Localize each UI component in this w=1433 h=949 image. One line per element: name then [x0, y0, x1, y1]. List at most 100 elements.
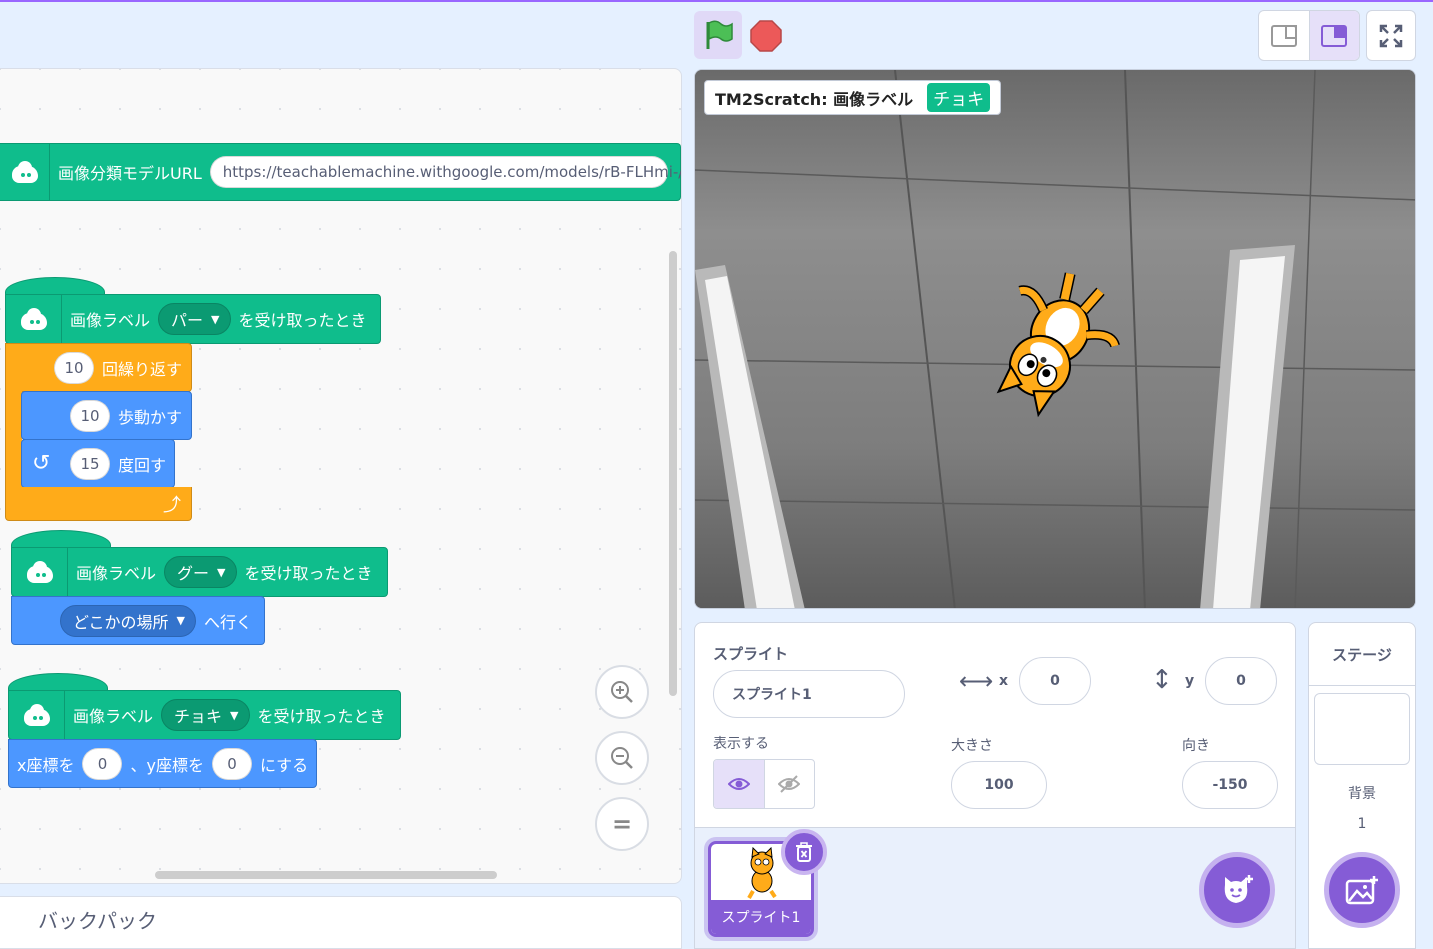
model-url-block[interactable]: 画像分類モデルURL https://teachablemachine.with… [0, 143, 681, 201]
choose-sprite-icon [1224, 875, 1253, 903]
zoom-reset-icon: = [611, 810, 633, 838]
sprite-thumbnail-label: スプライト1 [711, 900, 811, 934]
small-stage-icon [1270, 24, 1297, 47]
stop-button[interactable] [750, 20, 782, 52]
y-label: y [1185, 673, 1195, 689]
backpack[interactable]: バックパック [0, 896, 682, 949]
stage-size-toggle[interactable] [1258, 10, 1360, 61]
small-stage-button[interactable] [1259, 11, 1309, 60]
move-steps-input[interactable]: 10 [70, 399, 110, 432]
extension-icon [0, 144, 50, 200]
zoom-reset-button[interactable]: = [595, 797, 649, 851]
sprite-name-input[interactable]: スプライト1 [713, 670, 905, 718]
label-dropdown-gu[interactable]: グー ▼ [164, 556, 237, 588]
direction-label: 向き [1182, 738, 1210, 754]
x-arrows-icon: ⟷ [959, 667, 994, 695]
choose-backdrop-icon [1345, 876, 1378, 905]
set-x-input[interactable]: 0 [82, 747, 123, 780]
choose-sprite-button[interactable] [1199, 852, 1275, 928]
x-position-input[interactable]: 0 [1019, 657, 1091, 705]
cat-sprite[interactable] [970, 255, 1140, 425]
chevron-down-icon: ▼ [176, 614, 185, 627]
label-dropdown-pa[interactable]: パー ▼ [158, 303, 231, 335]
set-x-label: x座標を [17, 755, 75, 775]
large-stage-button[interactable] [1308, 11, 1359, 60]
size-value: 100 [984, 777, 1014, 793]
choose-backdrop-button[interactable] [1324, 852, 1400, 928]
variable-monitor[interactable]: TM2Scratch: 画像ラベル チョキ [704, 80, 1002, 115]
direction-input[interactable]: -150 [1182, 761, 1278, 809]
set-y-label: 、y座標を [130, 755, 204, 775]
green-flag-button[interactable] [694, 11, 742, 59]
chevron-down-icon: ▼ [230, 708, 239, 722]
extension-icon [6, 295, 62, 343]
hat-block-pa[interactable]: 画像ラベル パー ▼ を受け取ったとき [5, 294, 381, 344]
set-xy-suffix: にする [259, 755, 309, 775]
dropdown-value: グー [177, 564, 210, 583]
cloud-icon [25, 560, 55, 584]
sprite-info-panel: スプライト スプライト1 ⟷ x 0 ↕ y 0 表示する 大きさ 100 向き… [694, 622, 1296, 828]
turn-label: 度回す [118, 455, 167, 475]
stage-canvas[interactable]: TM2Scratch: 画像ラベル チョキ [694, 69, 1416, 609]
repeat-block[interactable]: 10 回繰り返す [5, 343, 192, 392]
move-steps-block[interactable]: 10 歩動かす [21, 391, 192, 440]
y-position-input[interactable]: 0 [1205, 657, 1277, 705]
zoom-in-icon [611, 681, 633, 703]
monitor-label: TM2Scratch: 画像ラベル [715, 89, 914, 109]
repeat-count-input[interactable]: 10 [54, 351, 94, 384]
zoom-out-button[interactable] [595, 731, 649, 785]
hat-suffix: を受け取ったとき [238, 311, 367, 330]
move-label: 歩動かす [118, 407, 183, 427]
vertical-scrollbar[interactable] [669, 251, 677, 696]
show-label: 表示する [713, 736, 769, 752]
hide-button[interactable] [765, 760, 815, 808]
label-dropdown-choki[interactable]: チョキ ▼ [161, 699, 250, 731]
cloud-icon [10, 160, 40, 184]
extension-icon [9, 691, 65, 739]
extension-icon [12, 548, 68, 596]
dropdown-value: チョキ [174, 707, 223, 726]
fullscreen-button[interactable] [1366, 10, 1416, 61]
zoom-in-button[interactable] [595, 665, 649, 719]
hat-block-gu[interactable]: 画像ラベル グー ▼ を受け取ったとき [11, 547, 388, 597]
size-input[interactable]: 100 [951, 761, 1047, 809]
set-y-input[interactable]: 0 [211, 747, 252, 780]
sprite-name-value: スプライト1 [732, 687, 812, 703]
delete-sprite-button[interactable] [781, 829, 827, 875]
repeat-block-bottom: ⤴ [5, 487, 192, 521]
green-flag-icon [706, 20, 733, 49]
stage-title: ステージ [1309, 623, 1415, 686]
backpack-label: バックパック [38, 909, 157, 933]
hat-suffix: を受け取ったとき [244, 564, 373, 583]
visibility-toggle[interactable] [713, 759, 815, 809]
sprite-label: スプライト [713, 645, 789, 663]
cloud-icon [22, 703, 52, 727]
fullscreen-icon [1379, 24, 1403, 47]
dropdown-value: どこかの場所 [73, 612, 169, 632]
chevron-down-icon: ▼ [211, 312, 220, 326]
set-xy-block[interactable]: x座標を 0 、y座標を 0 にする [8, 739, 317, 788]
turn-block[interactable]: ↺ 15 度回す [21, 439, 175, 488]
size-label: 大きさ [951, 738, 993, 754]
direction-value: -150 [1212, 777, 1248, 793]
top-accent-line [0, 0, 1433, 2]
code-workspace[interactable]: 画像分類モデルURL https://teachablemachine.with… [0, 68, 682, 884]
rotate-left-icon: ↺ [32, 451, 51, 476]
repeat-c-wall [5, 391, 22, 491]
model-url-input[interactable]: https://teachablemachine.withgoogle.com/… [209, 156, 681, 188]
horizontal-scrollbar[interactable] [155, 871, 497, 879]
trash-icon [796, 842, 812, 862]
zoom-out-icon [611, 747, 633, 769]
model-url-label: 画像分類モデルURL [58, 164, 202, 183]
y-value: 0 [1236, 673, 1246, 689]
turn-degrees-input[interactable]: 15 [70, 447, 110, 480]
cat-thumbnail-icon [747, 847, 777, 899]
eye-slash-icon [778, 775, 801, 793]
show-button[interactable] [714, 760, 765, 808]
goto-dropdown[interactable]: どこかの場所 ▼ [60, 604, 196, 637]
hat-prefix: 画像ラベル [76, 564, 157, 583]
goto-block[interactable]: どこかの場所 ▼ へ行く [11, 596, 265, 645]
hat-block-choki[interactable]: 画像ラベル チョキ ▼ を受け取ったとき [8, 690, 401, 740]
stage-thumbnail[interactable] [1314, 693, 1410, 765]
repeat-label: 回繰り返す [102, 359, 183, 379]
